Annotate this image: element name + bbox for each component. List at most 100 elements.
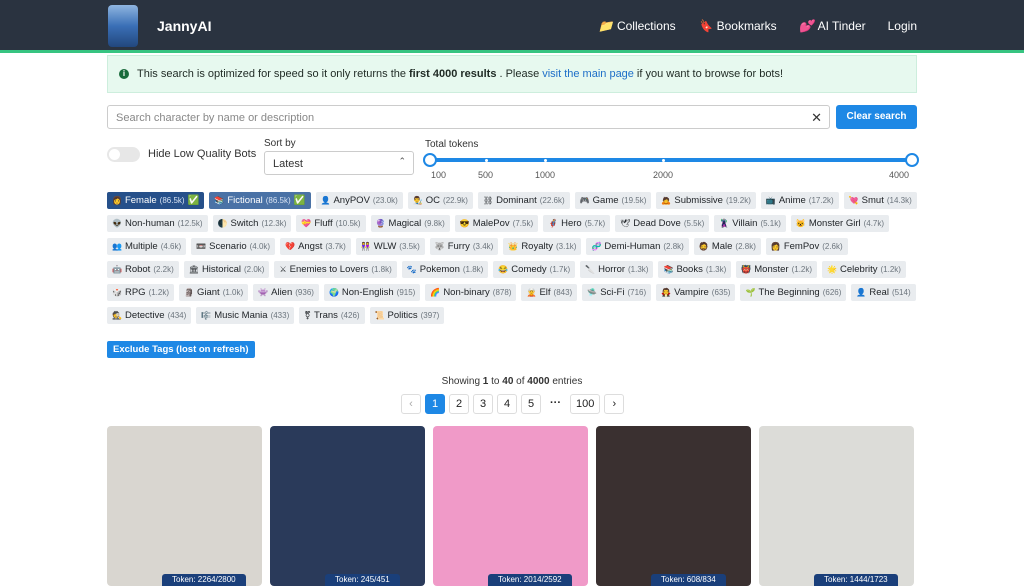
tag-label: Monster xyxy=(754,264,789,275)
tag-chip[interactable]: 📚 Fictional (86.5k) ✅ xyxy=(209,192,311,209)
brand-logo[interactable] xyxy=(108,5,138,47)
tag-count: (3.7k) xyxy=(325,242,346,251)
pagination: ‹ 1 2 3 4 5 ··· 100 › xyxy=(401,394,625,414)
next-page-button[interactable]: › xyxy=(604,394,625,414)
brand-name[interactable]: JannyAI xyxy=(157,18,211,34)
tag-chip[interactable]: 👨‍🎨 OC (22.9k) xyxy=(407,192,473,209)
tag-chip[interactable]: 🎮 Game (19.5k) xyxy=(574,192,652,209)
tag-icon: 💘 xyxy=(848,196,859,205)
page-4-button[interactable]: 4 xyxy=(497,394,517,414)
tag-label: MalePov xyxy=(472,218,510,229)
character-card[interactable]: Token: 1444/1723 xyxy=(759,426,914,586)
tag-count: (426) xyxy=(340,311,360,320)
tag-chip[interactable]: 🌱 The Beginning (626) xyxy=(740,284,847,301)
tag-chip[interactable]: 📜 Politics (397) xyxy=(369,307,445,324)
tag-chip[interactable]: 🔮 Magical (9.8k) xyxy=(370,215,450,232)
tag-chip[interactable]: 😺 Monster Girl (4.7k) xyxy=(790,215,890,232)
range-handle-min[interactable] xyxy=(423,153,437,167)
exclude-tags-button[interactable]: Exclude Tags (lost on refresh) xyxy=(107,341,255,358)
page-100-button[interactable]: 100 xyxy=(570,394,601,414)
tag-chip[interactable]: 💔 Angst (3.7k) xyxy=(280,238,351,255)
character-card[interactable]: Token: 2014/2592 xyxy=(433,426,588,586)
tag-chip[interactable]: 🧝 Elf (843) xyxy=(521,284,578,301)
search-input[interactable]: Search character by name or description … xyxy=(107,105,830,129)
tag-chip[interactable]: 👥 Multiple (4.6k) xyxy=(107,238,187,255)
tag-chip[interactable]: 👭 WLW (3.5k) xyxy=(355,238,425,255)
tag-icon: 💝 xyxy=(301,219,312,228)
nav-collections[interactable]: 📁 Collections xyxy=(598,19,676,33)
tag-chip[interactable]: 😂 Comedy (1.7k) xyxy=(493,261,576,278)
tag-chip[interactable]: 🛸 Sci-Fi (716) xyxy=(582,284,652,301)
close-icon[interactable]: ✕ xyxy=(811,110,822,126)
tag-chip[interactable]: 👤 AnyPOV (23.0k) xyxy=(315,192,403,209)
tag-chip[interactable]: 🗿 Giant (1.0k) xyxy=(179,284,249,301)
tag-label: WLW xyxy=(373,241,397,252)
tag-chip[interactable]: 🤖 Robot (2.2k) xyxy=(107,261,179,278)
range-handle-max[interactable] xyxy=(905,153,919,167)
tag-chip[interactable]: ⚔ Enemies to Lovers (1.8k) xyxy=(274,261,397,278)
tag-chip[interactable]: 👩 FemPov (2.6k) xyxy=(765,238,848,255)
nav-login[interactable]: Login xyxy=(888,19,917,33)
tag-chip[interactable]: 🕵 Detective (434) xyxy=(107,307,192,324)
info-alert: i This search is optimized for speed so … xyxy=(107,55,917,93)
nav-ai-tinder[interactable]: 💕 AI Tinder xyxy=(799,19,866,33)
tag-chip[interactable]: ⚧ Trans (426) xyxy=(299,307,365,324)
tag-label: Non-human xyxy=(124,218,175,229)
tag-chip[interactable]: 😎 MalePov (7.5k) xyxy=(454,215,539,232)
tag-count: (17.2k) xyxy=(808,196,834,205)
tag-chip[interactable]: 🧛 Vampire (635) xyxy=(656,284,736,301)
tag-chip[interactable]: 🐺 Furry (3.4k) xyxy=(429,238,499,255)
tag-chip[interactable]: 🌟 Celebrity (1.2k) xyxy=(822,261,906,278)
tag-chip[interactable]: 🙇 Submissive (19.2k) xyxy=(656,192,756,209)
tag-chip[interactable]: 🌍 Non-English (915) xyxy=(323,284,421,301)
tag-label: Real xyxy=(869,287,889,298)
tag-chip[interactable]: 🔪 Horror (1.3k) xyxy=(580,261,654,278)
tag-chip[interactable]: 👤 Real (514) xyxy=(851,284,916,301)
tag-chip[interactable]: 💝 Fluff (10.5k) xyxy=(296,215,366,232)
tag-chip[interactable]: 🕊 Dead Dove (5.5k) xyxy=(615,215,710,232)
tag-chip[interactable]: 👩 Female (86.5k) ✅ xyxy=(107,192,205,209)
tag-chip[interactable]: 📚 Books (1.3k) xyxy=(658,261,732,278)
tag-count: (915) xyxy=(396,288,416,297)
tag-icon: 👹 xyxy=(741,265,752,274)
tag-chip[interactable]: 📼 Scenario (4.0k) xyxy=(191,238,276,255)
page-1-button[interactable]: 1 xyxy=(425,394,445,414)
character-cards: Token: 2264/2800 Token: 245/451 Token: 2… xyxy=(107,426,914,586)
token-range-track[interactable] xyxy=(430,158,912,162)
tag-chip[interactable]: 📺 Anime (17.2k) xyxy=(760,192,839,209)
tag-chip[interactable]: ⛓ Dominant (22.6k) xyxy=(477,192,570,209)
prev-page-button[interactable]: ‹ xyxy=(401,394,421,414)
clear-search-button[interactable]: Clear search xyxy=(836,105,917,129)
tag-chip[interactable]: 🌓 Switch (12.3k) xyxy=(212,215,292,232)
tag-icon: 🕵 xyxy=(112,311,122,320)
tag-chip[interactable]: 💘 Smut (14.3k) xyxy=(843,192,917,209)
page-2-button[interactable]: 2 xyxy=(449,394,469,414)
sort-select[interactable]: Latest ⌃ xyxy=(264,151,414,175)
tag-chip[interactable]: 👾 Alien (936) xyxy=(253,284,319,301)
tag-label: The Beginning xyxy=(758,287,820,298)
tag-chip[interactable]: 👑 Royalty (3.1k) xyxy=(503,238,582,255)
tag-chip[interactable]: 🎼 Music Mania (433) xyxy=(196,307,295,324)
nav-bookmarks[interactable]: 🔖 Bookmarks xyxy=(698,19,777,33)
main-page-link[interactable]: visit the main page xyxy=(542,68,634,80)
tag-chip[interactable]: 🏛 Historical (2.0k) xyxy=(183,261,270,278)
hide-low-quality-toggle[interactable] xyxy=(107,147,140,162)
page-3-button[interactable]: 3 xyxy=(473,394,493,414)
tag-chip[interactable]: 🌈 Non-binary (878) xyxy=(425,284,517,301)
tag-label: Switch xyxy=(230,218,259,229)
character-card[interactable]: Token: 245/451 xyxy=(270,426,425,586)
tag-chip[interactable]: 🐾 Pokemon (1.8k) xyxy=(401,261,489,278)
tag-chip[interactable]: 🎲 RPG (1.2k) xyxy=(107,284,175,301)
tag-count: (2.8k) xyxy=(663,242,684,251)
character-card[interactable]: Token: 2264/2800 xyxy=(107,426,262,586)
tag-chip[interactable]: 🧔 Male (2.8k) xyxy=(693,238,761,255)
tag-chip[interactable]: 🦸 Hero (5.7k) xyxy=(543,215,611,232)
tag-chip[interactable]: 👽 Non-human (12.5k) xyxy=(107,215,208,232)
tag-chip[interactable]: 🧬 Demi-Human (2.8k) xyxy=(586,238,689,255)
tag-count: (7.5k) xyxy=(512,219,534,228)
page-5-button[interactable]: 5 xyxy=(521,394,541,414)
nav-links: 📁 Collections 🔖 Bookmarks 💕 AI Tinder Login xyxy=(598,19,917,33)
tag-chip[interactable]: 👹 Monster (1.2k) xyxy=(736,261,818,278)
tag-chip[interactable]: 🦹 Villain (5.1k) xyxy=(714,215,786,232)
character-card[interactable]: Token: 608/834 xyxy=(596,426,751,586)
